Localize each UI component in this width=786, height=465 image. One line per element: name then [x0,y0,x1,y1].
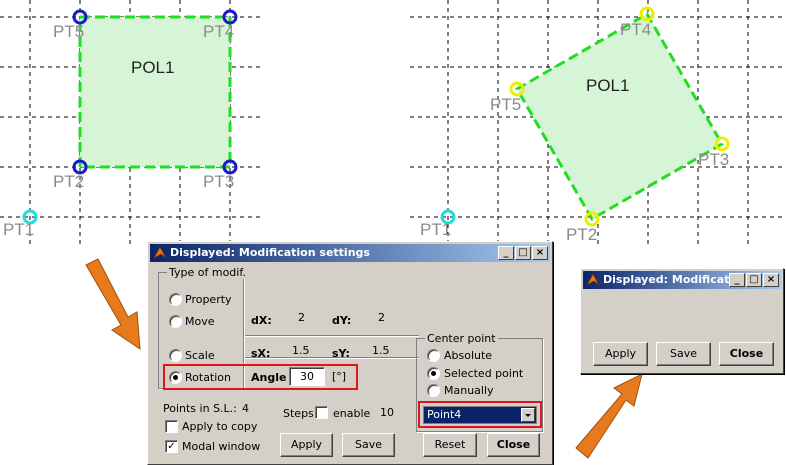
reset-button[interactable]: Reset [423,433,477,457]
label-scale[interactable]: Scale [185,349,215,362]
dropdown-highlight [418,401,542,428]
points-label: Points in S.L.: [163,402,237,415]
right-label-pt5: PT5 [490,95,522,114]
right-label-pt1: PT1 [420,220,452,239]
points-value: 4 [242,402,249,415]
right-label-pt4: PT4 [620,20,652,39]
right-polygon[interactable] [514,11,725,222]
label-move[interactable]: Move [185,315,215,328]
dialog-titlebar[interactable]: Displayed: Modification settings _ □ × [150,244,550,262]
close-window-button[interactable]: × [763,273,779,287]
sy-value: 1.5 [372,344,390,357]
modification-settings-dialog: Displayed: Modification settings _ □ × T… [147,241,553,465]
close-button[interactable]: Close [487,433,540,457]
radio-absolute[interactable] [427,349,440,362]
steps-value: 10 [380,406,394,419]
right-canvas [410,0,786,245]
maximize-button[interactable]: □ [515,246,531,260]
label-absolute[interactable]: Absolute [444,349,492,362]
save-button[interactable]: Save [342,433,395,457]
radio-selected-point[interactable] [427,367,440,380]
left-label-pt3: PT3 [203,172,235,191]
right-label-pt2: PT2 [566,225,598,244]
sx-value: 1.5 [292,344,310,357]
label-selected-point[interactable]: Selected point [444,367,523,380]
left-label-pt5: PT5 [53,22,85,41]
dx-label: dX: [251,314,272,327]
type-of-modif-title: Type of modif. [167,266,248,279]
radio-manually[interactable] [427,384,440,397]
modal-window-checkbox[interactable]: ✓ [165,440,178,453]
small-dialog-titlebar[interactable]: Displayed: Modificatio _ □ × [583,271,781,289]
minimize-button[interactable]: _ [498,246,514,260]
left-label-pt2: PT2 [53,172,85,191]
small-modification-dialog: Displayed: Modificatio _ □ × Apply Save … [580,268,784,374]
right-polygon-label: POL1 [586,76,630,95]
dx-value: 2 [298,311,305,324]
small-dialog-title: Displayed: Modificatio [603,273,731,286]
small-close-button[interactable]: Close [719,342,774,366]
sx-label: sX: [251,347,271,360]
rotation-highlight [163,364,358,390]
dialog-title: Displayed: Modification settings [170,246,370,259]
radio-move[interactable] [169,315,182,328]
left-label-pt1: PT1 [3,220,35,239]
small-apply-button[interactable]: Apply [593,342,648,366]
minimize-button[interactable]: _ [729,273,745,287]
label-property[interactable]: Property [185,293,232,306]
matlab-logo-icon [153,246,167,260]
left-polygon-label: POL1 [131,58,175,77]
dy-value: 2 [378,311,385,324]
small-save-button[interactable]: Save [656,342,711,366]
steps-label: Steps: [283,407,318,420]
left-label-pt4: PT4 [203,22,235,41]
modal-window-label[interactable]: Modal window [182,440,260,453]
right-label-pt3: PT3 [698,150,730,169]
sy-label: sY: [332,347,350,360]
arrow-up-right-icon [575,373,643,459]
maximize-button[interactable]: □ [746,273,762,287]
radio-property[interactable] [169,293,182,306]
steps-enable-label[interactable]: enable [333,407,370,420]
close-window-button[interactable]: × [532,246,548,260]
separator-line [245,335,419,336]
dy-label: dY: [332,314,352,327]
radio-scale[interactable] [169,349,182,362]
apply-to-copy-checkbox[interactable] [165,420,178,433]
label-manually[interactable]: Manually [444,384,494,397]
matlab-logo-icon [586,273,600,287]
arrow-down-right-icon [85,258,141,350]
center-point-title: Center point [425,332,498,345]
apply-to-copy-label[interactable]: Apply to copy [182,420,257,433]
steps-enable-checkbox[interactable] [315,406,328,419]
apply-button[interactable]: Apply [280,433,333,457]
